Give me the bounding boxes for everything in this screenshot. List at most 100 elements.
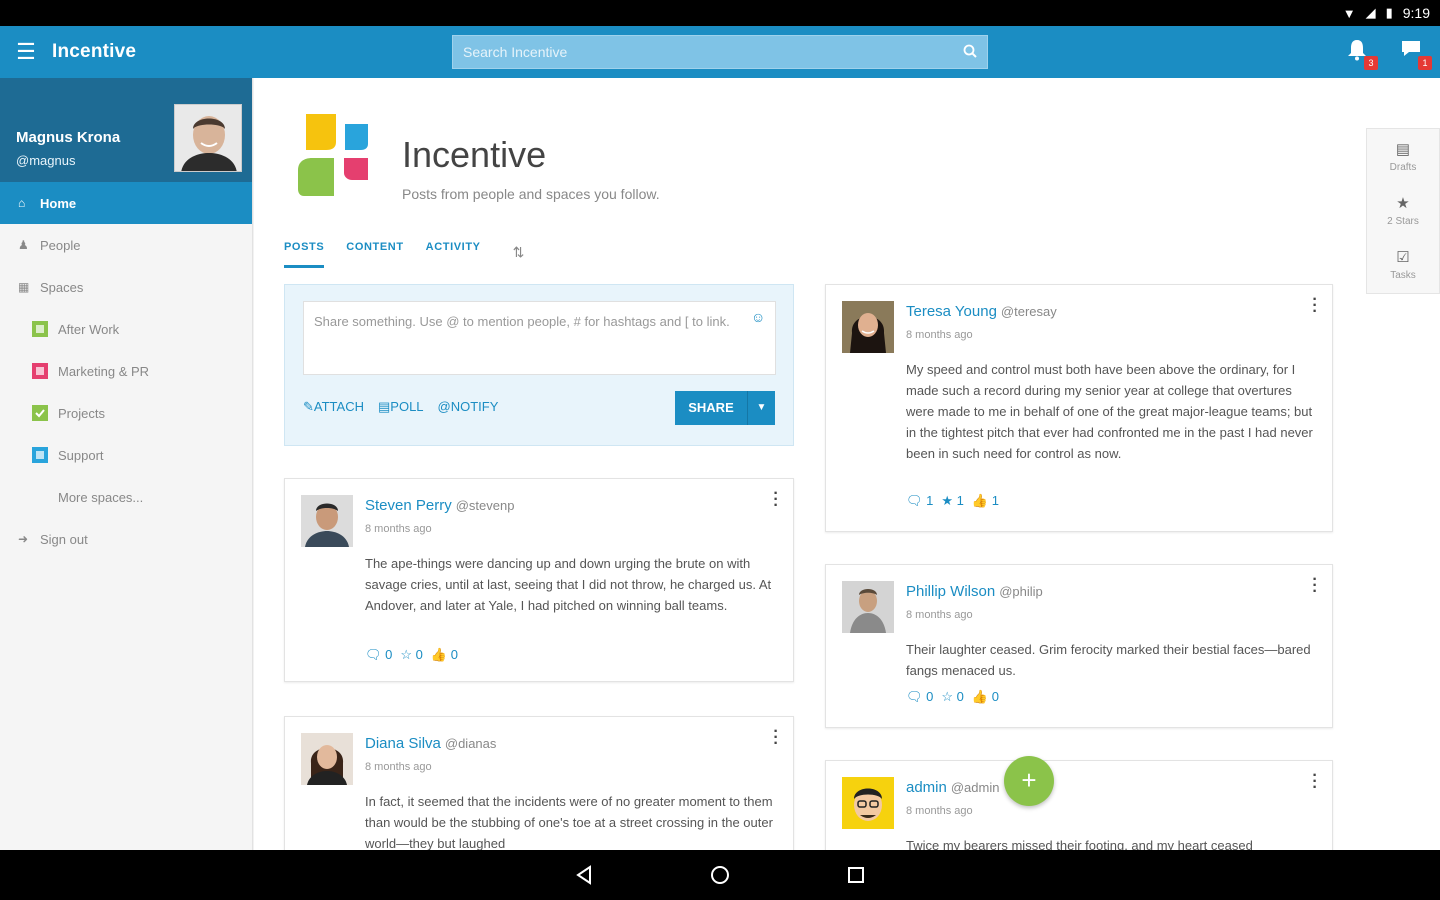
search-icon[interactable]: [963, 44, 977, 61]
tasks-button[interactable]: ☑ Tasks: [1367, 237, 1439, 291]
system-nav-bar: [0, 850, 1440, 900]
post-stats: 🗨 0 ☆ 0 👍 0: [365, 647, 458, 663]
sidebar-item-label: Support: [58, 447, 104, 463]
author-name[interactable]: admin: [906, 779, 947, 796]
like-button[interactable]: 👍 1: [972, 493, 999, 509]
author-handle: @stevenp: [455, 498, 515, 513]
battery-icon: ▮: [1385, 5, 1393, 20]
author-name[interactable]: Teresa Young: [906, 303, 997, 320]
like-button[interactable]: 👍 0: [972, 689, 999, 705]
star-button[interactable]: ★ 1: [941, 493, 964, 509]
sidebar-item-label: After Work: [58, 321, 120, 337]
marketing-space-icon: [32, 363, 48, 379]
wifi-icon: ▼: [1342, 5, 1356, 21]
author-name[interactable]: Steven Perry: [365, 497, 452, 514]
home-circle-icon[interactable]: [707, 862, 733, 888]
post-time: 8 months ago: [906, 805, 973, 817]
signal-icon: ◢: [1365, 5, 1376, 20]
post-avatar[interactable]: [301, 495, 353, 547]
profile-header[interactable]: Magnus Krona @magnus: [0, 78, 252, 182]
post-body: Twice my bearers missed their footing, a…: [906, 838, 1253, 850]
after-work-space-icon: [32, 321, 48, 337]
comments-button[interactable]: 🗨 1: [906, 493, 933, 509]
plus-icon: +: [1021, 765, 1037, 795]
sidebar-item-spaces[interactable]: ▦ Spaces: [0, 266, 252, 308]
profile-avatar[interactable]: [174, 104, 242, 172]
paperclip-icon: ✎: [303, 399, 314, 414]
star-button[interactable]: ☆ 0: [400, 647, 423, 663]
notify-button[interactable]: @NOTIFY: [438, 399, 499, 415]
post-avatar[interactable]: [301, 733, 353, 785]
more-options-icon[interactable]: · · ·: [771, 486, 781, 514]
post-avatar[interactable]: [842, 777, 894, 829]
composer-actions: ✎ATTACH ▤POLL @NOTIFY: [303, 399, 498, 415]
post-author: Teresa Young @teresay: [906, 303, 1057, 320]
post-card: Diana Silva @dianas 8 months ago In fact,…: [284, 716, 794, 850]
messages-icon[interactable]: 1: [1400, 38, 1432, 70]
post-stats: 🗨 1 ★ 1 👍 1: [906, 493, 999, 509]
more-options-icon[interactable]: · · ·: [1310, 292, 1320, 320]
author-name[interactable]: Diana Silva: [365, 735, 441, 752]
hamburger-menu-icon[interactable]: ☰: [0, 26, 52, 78]
sidebar-item-marketing[interactable]: Marketing & PR: [0, 350, 252, 392]
feed-tabs: POSTS CONTENT ACTIVITY ⇅: [284, 236, 524, 268]
thumbs-up-icon: 👍: [430, 647, 448, 662]
comment-icon: 🗨: [906, 493, 923, 508]
drafts-button[interactable]: ▤ Drafts: [1367, 129, 1439, 183]
comments-button[interactable]: 🗨 0: [906, 689, 933, 705]
tab-content[interactable]: CONTENT: [346, 236, 403, 268]
poll-icon: ▤: [377, 399, 391, 414]
post-card: Steven Perry @stevenp 8 months ago The ap…: [284, 478, 794, 682]
recent-apps-icon[interactable]: [843, 862, 869, 888]
post-time: 8 months ago: [365, 761, 432, 773]
attach-button[interactable]: ✎ATTACH: [303, 399, 364, 415]
checkbox-icon: ☑: [1396, 248, 1410, 266]
author-handle: @admin: [950, 780, 1000, 795]
sidebar-item-label: Sign out: [40, 531, 88, 547]
post-avatar[interactable]: [842, 301, 894, 353]
sidebar-item-sign-out[interactable]: ➜ Sign out: [0, 518, 252, 560]
projects-space-icon: [32, 405, 48, 421]
main-content: Incentive Posts from people and spaces y…: [254, 78, 1440, 850]
poll-button[interactable]: ▤POLL: [378, 399, 424, 415]
sidebar-item-projects[interactable]: Projects: [0, 392, 252, 434]
profile-name: Magnus Krona: [16, 129, 121, 146]
post-avatar[interactable]: [842, 581, 894, 633]
post-card: Phillip Wilson @philip 8 months ago Their…: [825, 564, 1333, 728]
comments-button[interactable]: 🗨 0: [365, 647, 392, 663]
post-input[interactable]: [303, 301, 776, 375]
page-subtitle: Posts from people and spaces you follow.: [402, 186, 660, 202]
sidebar-item-label: Home: [40, 195, 77, 211]
sidebar-item-more-spaces[interactable]: More spaces...: [0, 476, 252, 518]
home-icon: ⌂: [18, 196, 26, 210]
app-title: Incentive: [52, 41, 137, 62]
author-handle: @philip: [999, 584, 1043, 599]
stars-button[interactable]: ★ 2 Stars: [1367, 183, 1439, 237]
more-options-icon[interactable]: · · ·: [1310, 572, 1320, 600]
sidebar-item-home[interactable]: ⌂ Home: [0, 182, 252, 224]
search-input[interactable]: [463, 44, 963, 60]
sidebar-item-people[interactable]: ♟ People: [0, 224, 252, 266]
profile-handle: @magnus: [16, 153, 76, 168]
like-button[interactable]: 👍 0: [431, 647, 458, 663]
star-button[interactable]: ☆ 0: [941, 689, 964, 705]
sidebar-item-support[interactable]: Support: [0, 434, 252, 476]
sort-icon[interactable]: ⇅: [513, 244, 525, 261]
back-icon[interactable]: [571, 862, 597, 888]
author-name[interactable]: Phillip Wilson: [906, 583, 995, 600]
sidebar: Magnus Krona @magnus ⌂ Home ♟ People ▦ S…: [0, 78, 253, 850]
create-post-fab[interactable]: +: [1004, 756, 1054, 806]
more-options-icon[interactable]: · · ·: [1310, 768, 1320, 796]
tab-activity[interactable]: ACTIVITY: [426, 236, 481, 268]
notifications-icon[interactable]: 3: [1346, 38, 1378, 70]
post-time: 8 months ago: [906, 329, 973, 341]
search-bar[interactable]: [452, 35, 988, 69]
post-body: My speed and control must both have been…: [906, 362, 1313, 461]
chevron-down-icon[interactable]: ▼: [747, 391, 775, 425]
tab-posts[interactable]: POSTS: [284, 236, 325, 268]
more-options-icon[interactable]: · · ·: [771, 724, 781, 752]
sidebar-item-after-work[interactable]: After Work: [0, 308, 252, 350]
share-button[interactable]: SHARE ▼: [675, 391, 775, 425]
emoji-icon[interactable]: ☺: [751, 309, 765, 325]
grid-icon: ▦: [18, 280, 30, 294]
